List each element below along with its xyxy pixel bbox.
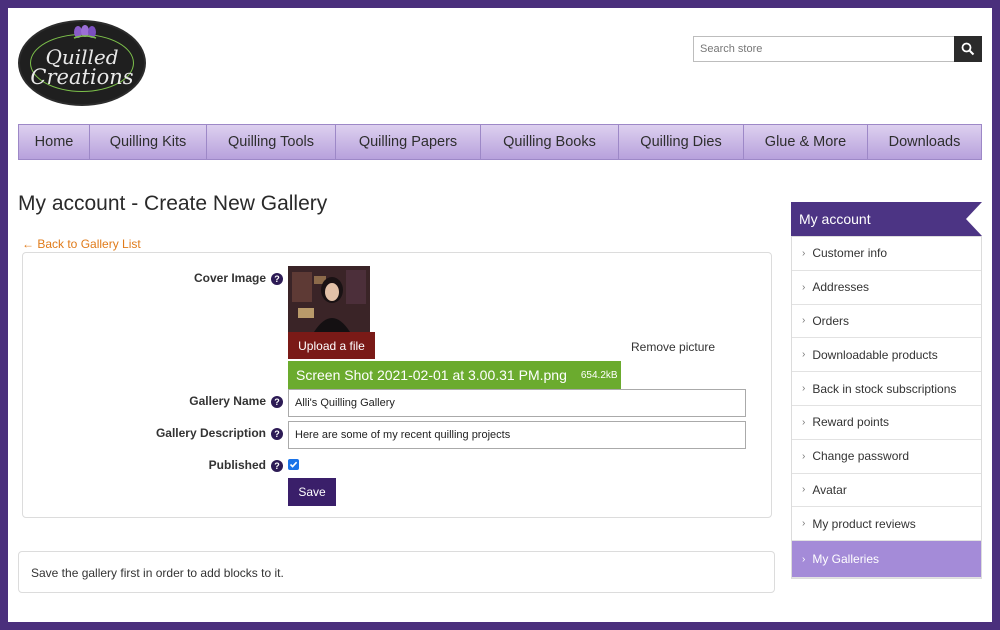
chevron-right-icon: › [802, 247, 806, 259]
help-icon[interactable]: ? [271, 396, 283, 408]
file-size: 654.2kB [580, 369, 618, 381]
sidebar-item-product-reviews[interactable]: › My product reviews [792, 507, 981, 542]
sidebar-item-change-password[interactable]: › Change password [792, 440, 981, 474]
published-label-text: Published [208, 458, 266, 472]
sidebar-title: My account [791, 202, 982, 236]
cover-photo-icon [288, 266, 370, 332]
sidebar-item-back-in-stock[interactable]: › Back in stock subscriptions [792, 372, 981, 406]
remove-picture-link[interactable]: Remove picture [631, 340, 715, 354]
main-nav: Home Quilling Kits Quilling Tools Quilli… [18, 124, 982, 160]
sidebar-item-downloadable-products[interactable]: › Downloadable products [792, 338, 981, 373]
nav-item-glue-more[interactable]: Glue & More [744, 125, 868, 159]
logo-text-line1: Quilled [45, 44, 119, 69]
nav-item-quilling-papers[interactable]: Quilling Papers [336, 125, 481, 159]
save-button[interactable]: Save [288, 478, 336, 506]
published-checkbox[interactable] [288, 459, 299, 470]
sidebar-item-label: Back in stock subscriptions [812, 381, 957, 396]
sidebar-item-label: My product reviews [812, 516, 916, 531]
nav-item-quilling-dies[interactable]: Quilling Dies [619, 125, 744, 159]
sidebar-item-avatar[interactable]: › Avatar [792, 474, 981, 508]
nav-item-home[interactable]: Home [19, 125, 90, 159]
flower-icon [73, 25, 97, 39]
gallery-name-label: Gallery Name? [23, 394, 283, 408]
gallery-name-input[interactable] [288, 389, 746, 417]
chevron-right-icon: › [802, 553, 806, 565]
checkmark-icon [289, 461, 298, 468]
sidebar-item-label: Avatar [812, 482, 847, 497]
chevron-right-icon: › [802, 349, 806, 361]
gallery-form: Cover Image? Upload a file Remove pictur… [22, 252, 772, 518]
chevron-right-icon: › [802, 518, 806, 530]
sidebar-item-label: Downloadable products [812, 347, 938, 362]
sidebar-item-label: Customer info [812, 246, 888, 261]
nav-item-quilling-tools[interactable]: Quilling Tools [207, 125, 336, 159]
cover-image-label-text: Cover Image [193, 271, 266, 285]
help-icon[interactable]: ? [271, 460, 283, 472]
back-to-gallery-link[interactable]: ← Back to Gallery List [22, 237, 141, 251]
sidebar-item-label: Addresses [812, 280, 870, 295]
search-icon [961, 42, 975, 56]
sidebar-item-label: Orders [812, 313, 850, 328]
chevron-right-icon: › [802, 383, 806, 395]
sidebar-item-customer-info[interactable]: › Customer info [792, 237, 981, 271]
nav-item-quilling-books[interactable]: Quilling Books [481, 125, 619, 159]
gallery-description-label-text: Gallery Description [155, 426, 266, 440]
chevron-right-icon: › [802, 416, 806, 428]
uploaded-file-bar: Screen Shot 2021-02-01 at 3.00.31 PM.png… [288, 361, 621, 389]
logo-text-line2: Creations [30, 64, 134, 89]
site-logo[interactable]: Quilled Creations [18, 20, 146, 106]
nav-item-downloads[interactable]: Downloads [868, 125, 981, 159]
save-first-notice: Save the gallery first in order to add b… [18, 551, 775, 593]
sidebar-item-label: Reward points [812, 415, 890, 430]
sidebar-item-my-galleries[interactable]: › My Galleries [792, 541, 981, 579]
sidebar-title-notch [966, 202, 982, 236]
nav-item-quilling-kits[interactable]: Quilling Kits [90, 125, 207, 159]
chevron-right-icon: › [802, 315, 806, 327]
published-label: Published? [23, 458, 283, 472]
account-menu: › Customer info › Addresses › Orders › Downl… [791, 236, 982, 580]
upload-file-button[interactable]: Upload a file [288, 332, 375, 359]
file-name: Screen Shot 2021-02-01 at 3.00.31 PM.png [296, 367, 567, 383]
gallery-description-label: Gallery Description? [23, 426, 283, 440]
chevron-right-icon: › [802, 450, 806, 462]
chevron-right-icon: › [802, 281, 806, 293]
chevron-right-icon: › [802, 484, 806, 496]
sidebar-item-label: My Galleries [812, 552, 880, 567]
help-icon[interactable]: ? [271, 273, 283, 285]
search-button[interactable] [954, 36, 982, 62]
cover-image-label: Cover Image? [23, 271, 283, 285]
sidebar-item-reward-points[interactable]: › Reward points [792, 406, 981, 440]
sidebar-item-label: Change password [812, 449, 910, 464]
page-title: My account - Create New Gallery [18, 192, 328, 215]
sidebar-title-text: My account [799, 211, 871, 227]
cover-image-preview [288, 266, 370, 332]
help-icon[interactable]: ? [271, 428, 283, 440]
page-frame: Quilled Creations Home Quilling Kits Qui… [8, 8, 992, 622]
gallery-description-input[interactable] [288, 421, 746, 449]
gallery-name-label-text: Gallery Name [189, 394, 266, 408]
sidebar-item-addresses[interactable]: › Addresses [792, 271, 981, 305]
sidebar-item-orders[interactable]: › Orders [792, 305, 981, 339]
search-input[interactable] [693, 36, 955, 62]
